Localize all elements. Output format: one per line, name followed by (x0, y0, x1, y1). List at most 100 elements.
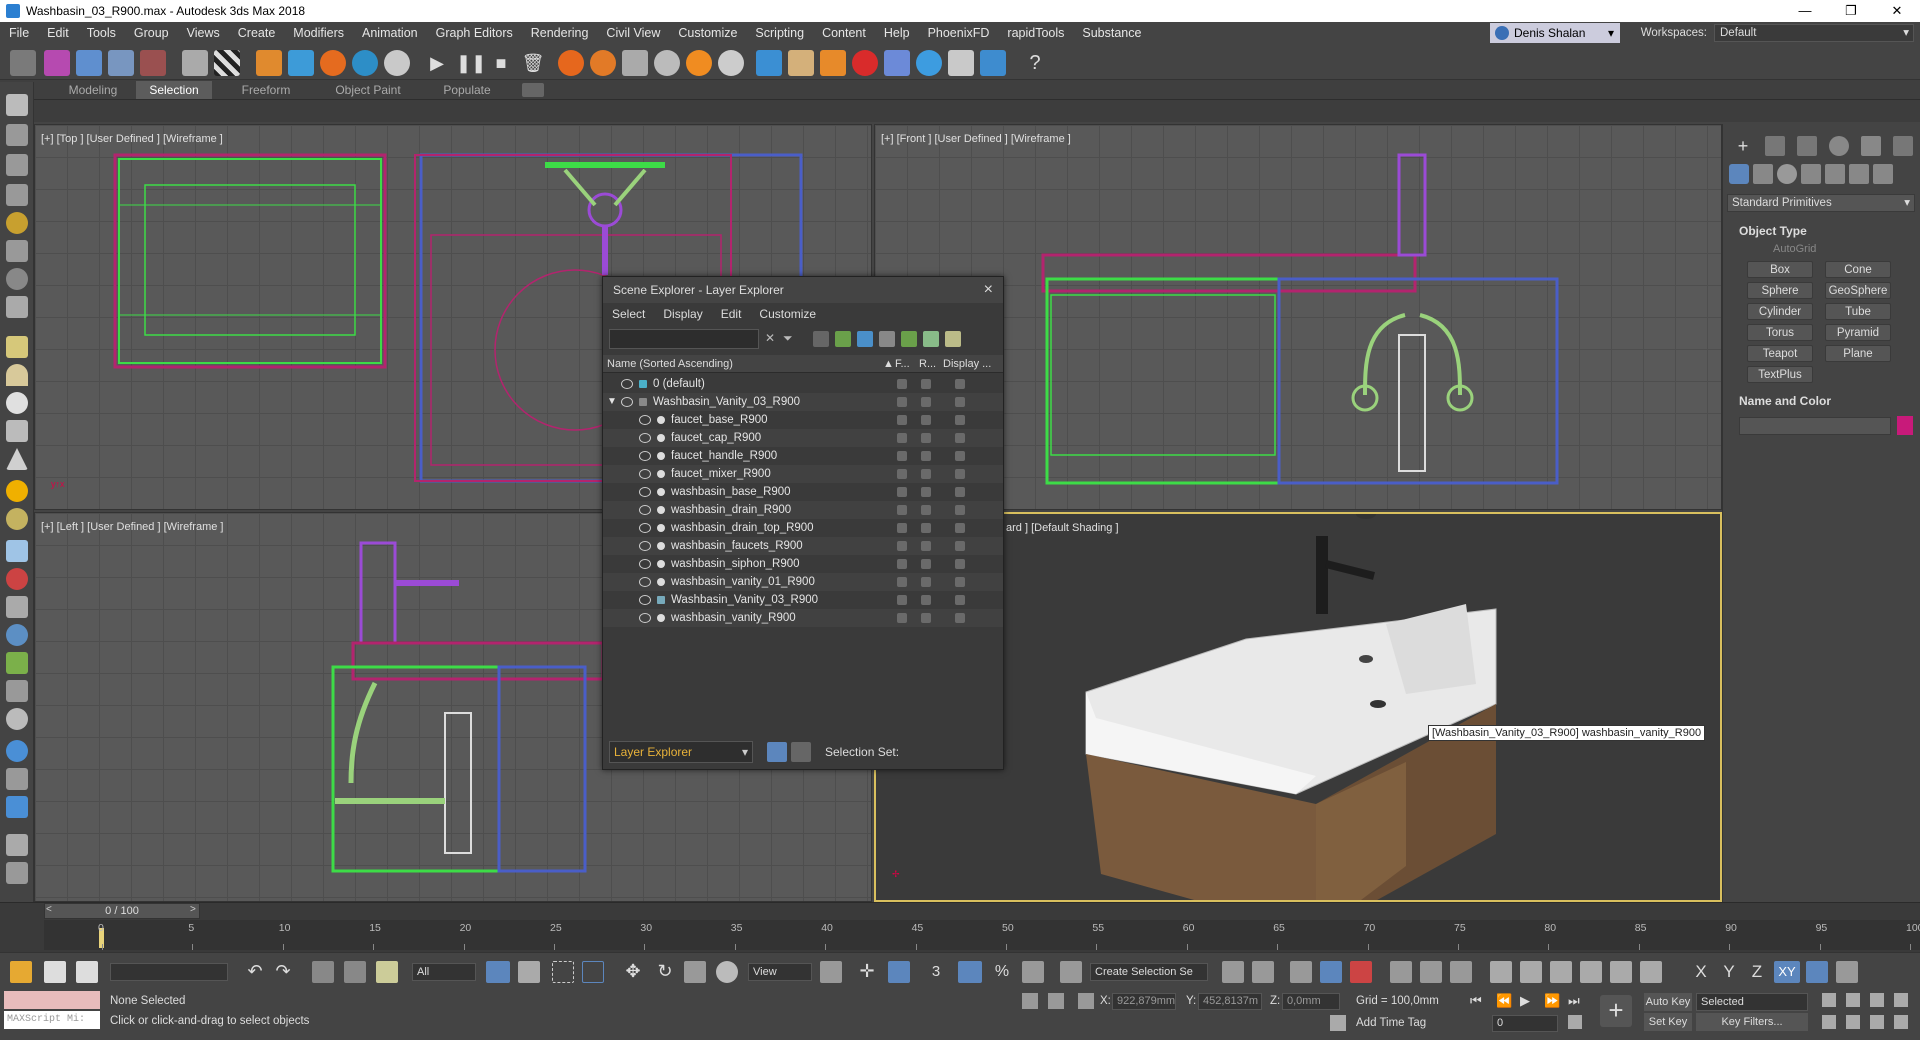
user-account-dropdown[interactable]: Denis Shalan ▾ (1490, 23, 1620, 43)
flame-icon[interactable] (686, 50, 712, 76)
hierarchy-tab-icon[interactable] (1797, 136, 1817, 156)
display-icon[interactable] (955, 595, 965, 605)
cup-icon[interactable] (788, 50, 814, 76)
display-icon[interactable] (955, 451, 965, 461)
autogrid-checkbox[interactable]: AutoGrid (1773, 243, 1816, 255)
create-selection-set-dropdown[interactable]: Create Selection Se (1090, 963, 1208, 981)
redo-icon[interactable]: ↷ (272, 961, 294, 983)
time-config-icon[interactable] (1568, 1015, 1582, 1029)
render-frame-icon[interactable] (288, 50, 314, 76)
z-coordinate-field[interactable]: 0,0mm (1282, 993, 1340, 1010)
display-icon[interactable] (955, 523, 965, 533)
sun-icon[interactable] (6, 480, 28, 502)
freeze-icon[interactable] (897, 451, 907, 461)
select-icon[interactable] (6, 94, 28, 116)
y-coordinate-field[interactable]: 452,8137m (1198, 993, 1262, 1010)
simulator-icon[interactable] (622, 50, 648, 76)
liquid-icon[interactable] (980, 50, 1006, 76)
render-cloud-icon[interactable] (1610, 961, 1632, 983)
spacewarps-icon[interactable] (1849, 164, 1869, 184)
selection-lock-icon[interactable] (1048, 993, 1064, 1009)
scale-icon[interactable] (684, 961, 706, 983)
sphere-icon[interactable] (6, 392, 28, 414)
schematic-icon[interactable] (1420, 961, 1442, 983)
plane-icon[interactable] (6, 336, 28, 358)
textplus-button[interactable]: TextPlus (1747, 366, 1813, 383)
freeze-icon[interactable] (897, 397, 907, 407)
object-name-field[interactable] (1739, 417, 1891, 435)
freeze-icon[interactable] (897, 613, 907, 623)
display-icon[interactable] (955, 505, 965, 515)
menu-graph-editors[interactable]: Graph Editors (427, 26, 522, 40)
layer-tree-row[interactable]: faucet_base_R900 (603, 411, 1003, 429)
freeze-icon[interactable] (897, 487, 907, 497)
vortex-icon[interactable] (718, 50, 744, 76)
layer-tree-row[interactable]: faucet_cap_R900 (603, 429, 1003, 447)
freeze-icon[interactable] (897, 541, 907, 551)
display-icon[interactable] (955, 577, 965, 587)
create-tab-icon[interactable]: + (1733, 136, 1753, 156)
light-icon[interactable] (6, 212, 28, 234)
box-icon[interactable] (76, 50, 102, 76)
c-icon[interactable] (76, 961, 98, 983)
edit-named-sets-icon[interactable] (1060, 961, 1082, 983)
systems-icon[interactable] (1873, 164, 1893, 184)
xz-constraint-icon[interactable] (1836, 961, 1858, 983)
maximize-viewport-icon[interactable] (1894, 1015, 1908, 1029)
teapot-render-icon[interactable] (1490, 961, 1512, 983)
torus-button[interactable]: Torus (1747, 324, 1813, 341)
rollout-object-type[interactable]: Object Type (1727, 222, 1917, 240)
render-toggle-icon[interactable] (921, 541, 931, 551)
mirror-icon[interactable] (1222, 961, 1244, 983)
sun-layer-icon[interactable] (945, 331, 961, 347)
selection-filter-dropdown[interactable]: All (412, 963, 476, 981)
layer-tree-row[interactable]: washbasin_vanity_R900 (603, 609, 1003, 627)
layer-tree-row[interactable]: Washbasin_Vanity_03_R900 (603, 591, 1003, 609)
fire-source-icon[interactable] (558, 50, 584, 76)
display-icon[interactable] (955, 469, 965, 479)
layer-tree-row[interactable]: washbasin_faucets_R900 (603, 537, 1003, 555)
visibility-eye-icon[interactable] (639, 613, 651, 623)
layer-tree-row[interactable]: faucet_handle_R900 (603, 447, 1003, 465)
tab-populate[interactable]: Populate (432, 81, 502, 99)
camera-icon[interactable] (6, 240, 28, 262)
col-name[interactable]: Name (Sorted Ascending) (607, 355, 733, 373)
select-object-icon[interactable] (486, 961, 510, 983)
freeze-icon[interactable] (897, 379, 907, 389)
teapot-button[interactable]: Teapot (1747, 345, 1813, 362)
freeze-icon[interactable] (897, 505, 907, 515)
material-editor-icon[interactable] (44, 50, 70, 76)
visibility-eye-icon[interactable] (639, 487, 651, 497)
helpers-icon[interactable] (1825, 164, 1845, 184)
axis-z-button[interactable]: Z (1746, 961, 1768, 983)
layer-icon[interactable] (6, 154, 28, 176)
scene-explorer-toggle-icon[interactable] (1290, 961, 1312, 983)
menu-substance[interactable]: Substance (1073, 26, 1150, 40)
red-sphere-icon[interactable] (852, 50, 878, 76)
visibility-eye-icon[interactable] (621, 379, 633, 389)
layer-manager-icon[interactable] (10, 50, 36, 76)
rollout-name-and-color[interactable]: Name and Color (1727, 392, 1917, 410)
calc-icon[interactable] (6, 768, 28, 790)
menu-rapidtools[interactable]: rapidTools (998, 26, 1073, 40)
maximize-button[interactable]: ❐ (1828, 0, 1874, 22)
utilities-tab-icon[interactable] (1893, 136, 1913, 156)
motion-tab-icon[interactable] (1829, 136, 1849, 156)
display-icon[interactable] (955, 487, 965, 497)
menu-rendering[interactable]: Rendering (522, 26, 598, 40)
axis-x-button[interactable]: X (1690, 961, 1712, 983)
go-to-start-icon[interactable]: ⏮ (1470, 993, 1482, 1009)
time-track[interactable]: 0 5 10 15 20 25 30 35 40 45 50 55 60 65 70 75 80 85 90 95 10… (44, 920, 1920, 950)
rect-selection-icon[interactable] (552, 961, 574, 983)
primitive-type-dropdown[interactable]: Standard Primitives ▾ (1727, 194, 1915, 212)
render-production-icon[interactable] (1550, 961, 1572, 983)
close-icon[interactable]: × (984, 277, 993, 303)
lights-icon[interactable] (1777, 164, 1797, 184)
reference-coord-dropdown[interactable]: View (748, 963, 812, 981)
geosphere-button[interactable]: GeoSphere (1825, 282, 1891, 299)
play-icon[interactable]: ▶ (424, 50, 450, 76)
percent-snap-icon[interactable]: % (990, 961, 1014, 983)
explosion-icon[interactable] (590, 50, 616, 76)
link-icon[interactable] (312, 961, 334, 983)
select-by-name-icon[interactable] (518, 961, 540, 983)
